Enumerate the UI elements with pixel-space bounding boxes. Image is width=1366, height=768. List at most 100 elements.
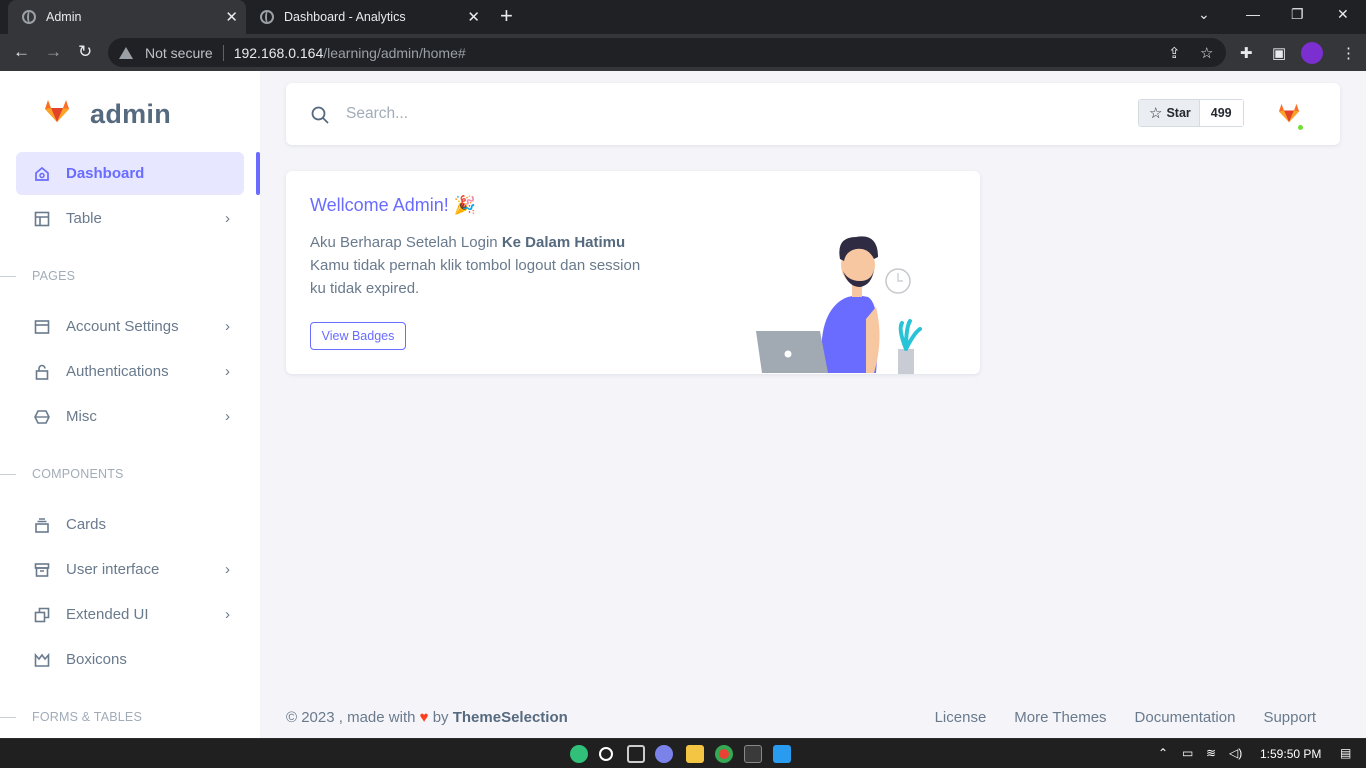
sidebar-item-dashboard[interactable]: Dashboard bbox=[16, 152, 244, 195]
close-window-button[interactable]: ✕ bbox=[1337, 6, 1349, 23]
footer-link-license[interactable]: License bbox=[935, 709, 987, 726]
new-tab-button[interactable]: + bbox=[500, 5, 513, 27]
footer-author-link[interactable]: ThemeSelection bbox=[453, 709, 568, 726]
extensions-icon[interactable]: ✚ bbox=[1240, 44, 1253, 62]
box-icon bbox=[32, 560, 52, 580]
sidebar-item-table[interactable]: Table › bbox=[16, 197, 244, 240]
brand-logo[interactable] bbox=[44, 99, 70, 123]
sidebar-item-authentications[interactable]: Authentications › bbox=[16, 350, 244, 393]
browser-tab-strip: Admin ✕ Dashboard - Analytics ✕ + ⌄ — ❐ … bbox=[0, 0, 1366, 34]
sidebar-item-label: Dashboard bbox=[66, 165, 145, 182]
chevron-up-icon[interactable]: ⌃ bbox=[1158, 746, 1168, 760]
close-tab-icon[interactable]: ✕ bbox=[467, 8, 480, 26]
warning-icon bbox=[119, 46, 133, 59]
browser-toolbar: ← → ↻ Not secure 192.168.0.164 /learning… bbox=[0, 34, 1366, 71]
chevron-right-icon: › bbox=[225, 318, 230, 335]
layout-icon bbox=[32, 209, 52, 229]
share-icon[interactable]: ⇪ bbox=[1168, 44, 1181, 62]
man-with-laptop-illustration bbox=[756, 229, 936, 374]
footer-credit: © 2023 , made with ♥ by ThemeSelection bbox=[286, 709, 568, 726]
forward-button[interactable]: → bbox=[45, 42, 62, 62]
wifi-icon[interactable]: ≋ bbox=[1206, 746, 1216, 760]
gitlab-logo-icon bbox=[44, 99, 70, 123]
sidebar-item-cards[interactable]: Cards bbox=[16, 503, 244, 546]
active-indicator bbox=[256, 152, 260, 195]
side-panel-icon[interactable]: ▣ bbox=[1272, 44, 1286, 62]
footer-link-support[interactable]: Support bbox=[1263, 709, 1316, 726]
chevron-right-icon: › bbox=[225, 408, 230, 425]
menu-icon[interactable]: ⋮ bbox=[1341, 44, 1356, 62]
cube-icon bbox=[32, 407, 52, 427]
lock-icon bbox=[32, 362, 52, 382]
home-icon bbox=[32, 164, 52, 184]
sidebar-item-label: Cards bbox=[66, 516, 107, 533]
footer-links: License More Themes Documentation Suppor… bbox=[935, 709, 1316, 726]
search-icon[interactable] bbox=[599, 747, 613, 761]
sidebar-item-extended-ui[interactable]: Extended UI › bbox=[16, 593, 244, 636]
battery-icon[interactable]: ▭ bbox=[1182, 746, 1193, 760]
welcome-title: Wellcome Admin! 🎉 bbox=[310, 195, 477, 215]
file-explorer-icon[interactable] bbox=[686, 745, 704, 763]
back-button[interactable]: ← bbox=[13, 42, 30, 62]
tab-title: Admin bbox=[46, 10, 82, 24]
collection-icon bbox=[32, 515, 52, 535]
github-star-button[interactable]: ☆ Star 499 bbox=[1138, 99, 1244, 127]
chevron-right-icon: › bbox=[225, 561, 230, 578]
sidebar-item-label: User interface bbox=[66, 561, 160, 578]
url-path: /learning/admin/home# bbox=[323, 44, 466, 61]
view-badges-button[interactable]: View Badges bbox=[310, 322, 406, 350]
volume-icon[interactable]: ◁) bbox=[1229, 746, 1242, 760]
chat-icon[interactable] bbox=[655, 745, 673, 763]
profile-avatar[interactable] bbox=[1301, 42, 1323, 64]
sidebar-item-label: Extended UI bbox=[66, 606, 149, 623]
minimize-button[interactable]: — bbox=[1246, 6, 1260, 22]
browser-tab-admin[interactable]: Admin ✕ bbox=[8, 0, 246, 34]
sidebar: admin Dashboard Table › PAGES Account Se… bbox=[0, 71, 260, 738]
welcome-message: Aku Berharap Setelah Login Ke Dalam Hati… bbox=[310, 234, 641, 297]
star-icon: ☆ bbox=[1149, 105, 1163, 122]
reload-button[interactable]: ↻ bbox=[78, 42, 92, 62]
bookmark-star-icon[interactable]: ☆ bbox=[1200, 44, 1213, 62]
sidebar-item-label: Boxicons bbox=[66, 651, 127, 668]
chevron-right-icon: › bbox=[225, 210, 230, 227]
welcome-card: Wellcome Admin! 🎉 Aku Berharap Setelah L… bbox=[286, 171, 980, 374]
task-view-icon[interactable] bbox=[627, 745, 645, 763]
restore-button[interactable]: ❐ bbox=[1291, 6, 1304, 23]
start-icon[interactable] bbox=[570, 745, 588, 763]
url-host: 192.168.0.164 bbox=[233, 44, 324, 61]
footer-link-more-themes[interactable]: More Themes bbox=[1014, 709, 1106, 726]
chrome-icon[interactable] bbox=[715, 745, 733, 763]
star-button[interactable]: ☆ Star bbox=[1139, 100, 1200, 126]
os-taskbar: ⌃ ▭ ≋ ◁) 1:59:50 PM ▤ bbox=[0, 738, 1366, 768]
star-count[interactable]: 499 bbox=[1199, 100, 1243, 126]
security-label: Not secure bbox=[145, 44, 213, 61]
sidebar-item-label: Table bbox=[66, 210, 102, 227]
sidebar-item-label: Authentications bbox=[66, 363, 169, 380]
online-status-dot bbox=[1296, 123, 1305, 132]
sidebar-item-misc[interactable]: Misc › bbox=[16, 395, 244, 438]
address-bar[interactable]: Not secure 192.168.0.164 /learning/admin… bbox=[108, 38, 1226, 67]
divider bbox=[222, 44, 224, 61]
close-tab-icon[interactable]: ✕ bbox=[225, 8, 238, 26]
sidebar-item-user-interface[interactable]: User interface › bbox=[16, 548, 244, 591]
top-navbar: ☆Star 499 bbox=[286, 83, 1340, 145]
chevron-right-icon: › bbox=[225, 606, 230, 623]
tab-title: Dashboard - Analytics bbox=[284, 10, 406, 24]
heart-icon: ♥ bbox=[419, 709, 429, 726]
search-icon[interactable] bbox=[310, 105, 330, 130]
copy-icon bbox=[32, 605, 52, 625]
globe-icon bbox=[22, 10, 36, 24]
dock-icon bbox=[32, 317, 52, 337]
tab-search-icon[interactable]: ⌄ bbox=[1198, 6, 1210, 23]
terminal-icon[interactable] bbox=[744, 745, 762, 763]
vscode-icon[interactable] bbox=[773, 745, 791, 763]
footer-link-documentation[interactable]: Documentation bbox=[1135, 709, 1236, 726]
sidebar-item-boxicons[interactable]: Boxicons bbox=[16, 638, 244, 681]
search-input[interactable] bbox=[346, 102, 766, 126]
clock[interactable]: 1:59:50 PM bbox=[1260, 747, 1321, 761]
notification-icon[interactable]: ▤ bbox=[1340, 746, 1351, 760]
brand-name[interactable]: admin bbox=[90, 99, 171, 130]
sidebar-item-account-settings[interactable]: Account Settings › bbox=[16, 305, 244, 348]
star-label: Star bbox=[1166, 106, 1191, 120]
browser-tab-dashboard[interactable]: Dashboard - Analytics ✕ bbox=[246, 0, 488, 34]
